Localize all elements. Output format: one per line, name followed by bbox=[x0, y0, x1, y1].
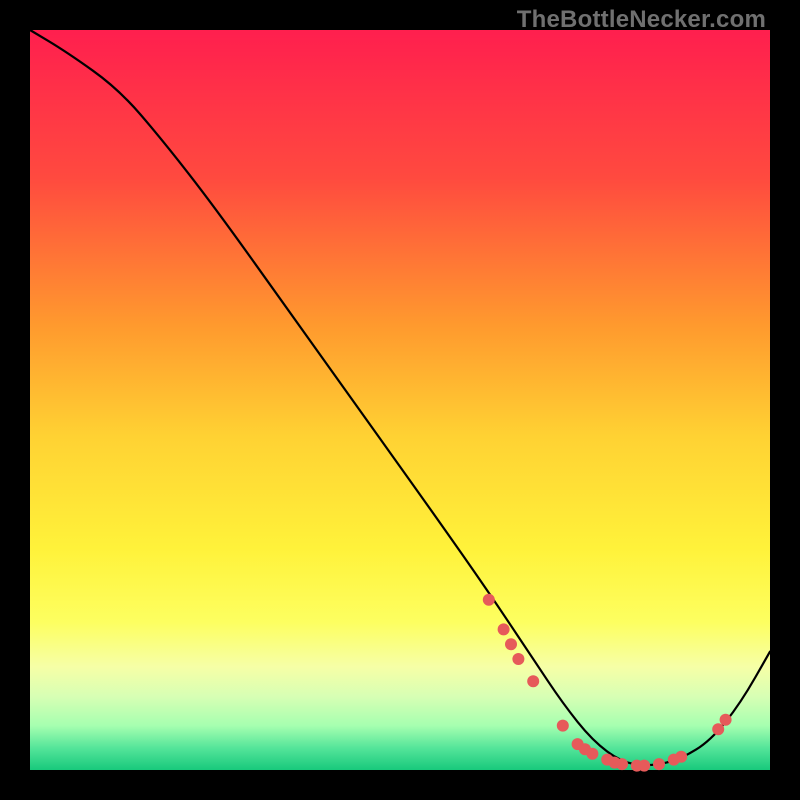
data-point-icon bbox=[712, 723, 724, 735]
data-point-icon bbox=[557, 720, 569, 732]
chart-overlay bbox=[30, 30, 770, 770]
watermark-text: TheBottleNecker.com bbox=[517, 6, 766, 34]
data-point-icon bbox=[638, 760, 650, 772]
data-point-icon bbox=[483, 594, 495, 606]
data-point-icon bbox=[720, 714, 732, 726]
curve-line bbox=[30, 30, 770, 765]
data-point-icon bbox=[675, 751, 687, 763]
data-point-icon bbox=[616, 758, 628, 770]
curve-markers bbox=[483, 594, 732, 772]
data-point-icon bbox=[512, 653, 524, 665]
data-point-icon bbox=[586, 748, 598, 760]
data-point-icon bbox=[527, 675, 539, 687]
data-point-icon bbox=[505, 638, 517, 650]
data-point-icon bbox=[498, 623, 510, 635]
data-point-icon bbox=[653, 758, 665, 770]
